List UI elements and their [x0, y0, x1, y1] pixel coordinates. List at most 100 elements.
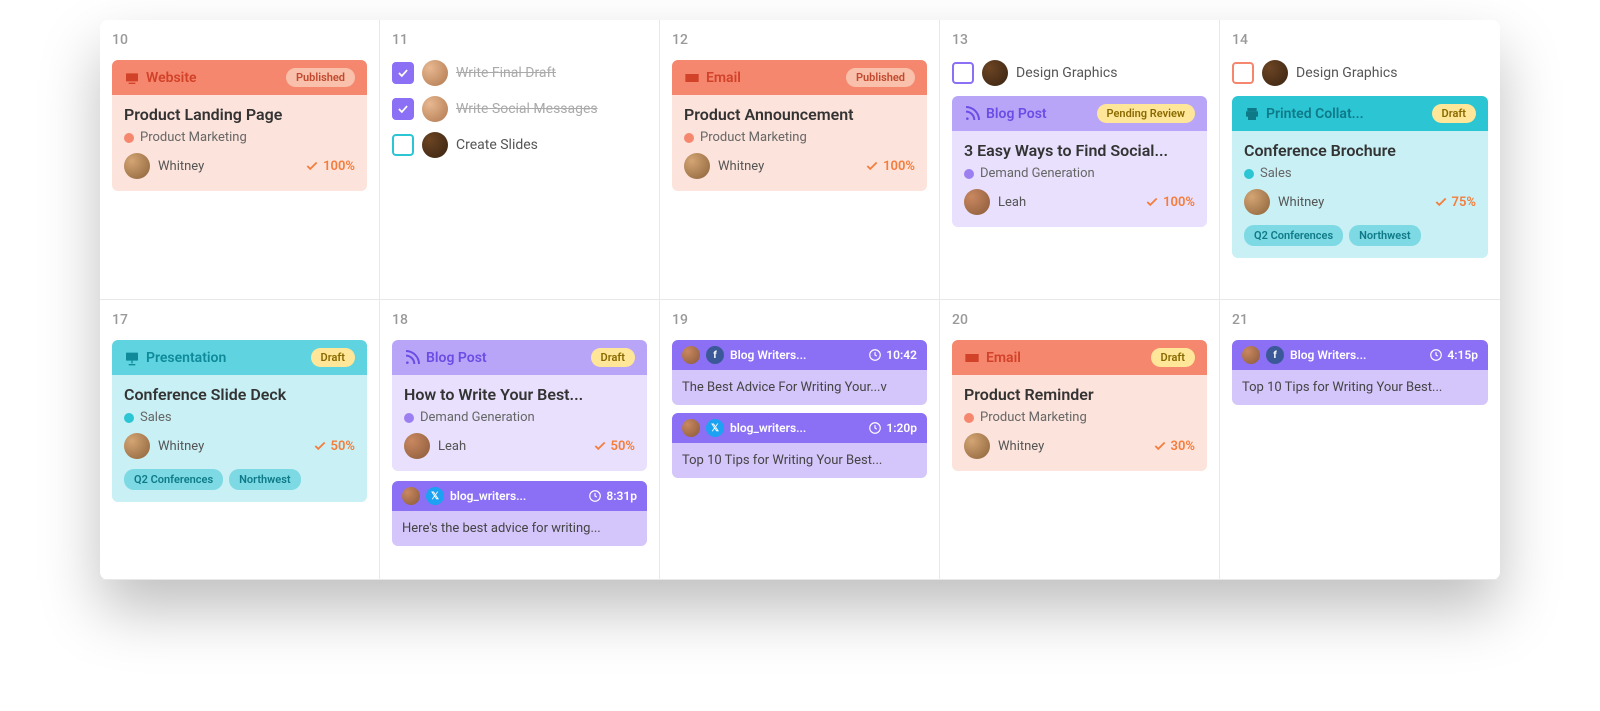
rss-icon — [404, 350, 420, 366]
card-type-label: Email — [684, 70, 741, 86]
twitter-icon: 𝕏 — [426, 487, 444, 505]
card-blog-post[interactable]: Blog Post Pending Review 3 Easy Ways to … — [952, 96, 1207, 227]
progress: 50% — [593, 439, 635, 454]
tag[interactable]: Q2 Conferences — [1244, 225, 1343, 246]
avatar — [404, 433, 430, 459]
card-header: Printed Collat... Draft — [1232, 96, 1488, 131]
task-label: Design Graphics — [1016, 65, 1117, 81]
day-cell-20: 20 Email Draft Product Reminder Product … — [940, 300, 1220, 580]
twitter-icon: 𝕏 — [706, 419, 724, 437]
card-header: Blog Post Pending Review — [952, 96, 1207, 131]
social-body: Here's the best advice for writing... — [392, 511, 647, 546]
card-footer: Whitney 100% — [124, 153, 355, 179]
assignee: Whitney — [1244, 189, 1324, 215]
task-row[interactable]: Design Graphics — [952, 60, 1207, 86]
avatar — [1262, 60, 1288, 86]
avatar — [964, 189, 990, 215]
card-email[interactable]: Email Published Product Announcement Pro… — [672, 60, 927, 191]
day-cell-13: 13 Design Graphics Blog Post Pending Rev… — [940, 20, 1220, 300]
tag[interactable]: Northwest — [1349, 225, 1420, 246]
card-header: Presentation Draft — [112, 340, 367, 375]
tag[interactable]: Q2 Conferences — [124, 469, 223, 490]
card-presentation[interactable]: Presentation Draft Conference Slide Deck… — [112, 340, 367, 502]
day-number: 21 — [1232, 312, 1488, 328]
facebook-icon: f — [706, 346, 724, 364]
checkbox-empty[interactable] — [1232, 62, 1254, 84]
assignee: Leah — [964, 189, 1026, 215]
card-body: Product Announcement Product Marketing W… — [672, 95, 927, 191]
day-number: 13 — [952, 32, 1207, 48]
card-category: Demand Generation — [964, 166, 1195, 181]
card-header: Email Published — [672, 60, 927, 95]
social-card-facebook[interactable]: f Blog Writers... 10:42 The Best Advice … — [672, 340, 927, 405]
card-body: 3 Easy Ways to Find Social... Demand Gen… — [952, 131, 1207, 227]
status-badge: Pending Review — [1097, 104, 1195, 123]
card-body: How to Write Your Best... Demand Generat… — [392, 375, 647, 471]
card-title: 3 Easy Ways to Find Social... — [964, 141, 1195, 160]
progress: 30% — [1153, 439, 1195, 454]
card-title: How to Write Your Best... — [404, 385, 635, 404]
social-handle: Blog Writers... — [730, 348, 806, 362]
card-header: Website Published — [112, 60, 367, 95]
social-handle: blog_writers... — [730, 421, 806, 435]
category-dot — [404, 413, 414, 423]
category-dot — [124, 133, 134, 143]
progress: 100% — [865, 159, 915, 174]
day-number: 18 — [392, 312, 647, 328]
task-row[interactable]: Write Final Draft — [392, 60, 647, 86]
card-website[interactable]: Website Published Product Landing Page P… — [112, 60, 367, 191]
social-card-facebook[interactable]: f Blog Writers... 4:15p Top 10 Tips for … — [1232, 340, 1488, 405]
social-time: 8:31p — [588, 489, 637, 503]
category-dot — [964, 413, 974, 423]
card-footer: Whitney 75% — [1244, 189, 1476, 215]
checkbox-empty[interactable] — [952, 62, 974, 84]
social-handle: blog_writers... — [450, 489, 526, 503]
task-row[interactable]: Write Social Messages — [392, 96, 647, 122]
card-email[interactable]: Email Draft Product Reminder Product Mar… — [952, 340, 1207, 471]
card-printed-collateral[interactable]: Printed Collat... Draft Conference Broch… — [1232, 96, 1488, 258]
progress: 100% — [1145, 195, 1195, 210]
checkbox-checked[interactable] — [392, 62, 414, 84]
status-badge: Draft — [311, 348, 355, 367]
checkbox-checked[interactable] — [392, 98, 414, 120]
card-footer: Whitney 30% — [964, 433, 1195, 459]
avatar — [124, 433, 150, 459]
progress: 50% — [313, 439, 355, 454]
task-row[interactable]: Design Graphics — [1232, 60, 1488, 86]
avatar — [422, 60, 448, 86]
tag[interactable]: Northwest — [229, 469, 300, 490]
checkbox-empty[interactable] — [392, 134, 414, 156]
day-number: 12 — [672, 32, 927, 48]
website-icon — [124, 70, 140, 86]
social-card-twitter[interactable]: 𝕏 blog_writers... 8:31p Here's the best … — [392, 481, 647, 546]
progress: 75% — [1434, 195, 1476, 210]
task-label: Create Slides — [456, 137, 538, 153]
day-number: 10 — [112, 32, 367, 48]
card-title: Product Announcement — [684, 105, 915, 124]
card-body: Conference Brochure Sales Whitney 75% Q2… — [1232, 131, 1488, 258]
card-body: Conference Slide Deck Sales Whitney 50% … — [112, 375, 367, 502]
task-label: Write Social Messages — [456, 101, 598, 117]
card-title: Product Landing Page — [124, 105, 355, 124]
social-header: 𝕏 blog_writers... 1:20p — [672, 413, 927, 443]
social-time: 1:20p — [868, 421, 917, 435]
calendar-grid: 10 Website Published Product Landing Pag… — [100, 20, 1500, 580]
category-dot — [1244, 169, 1254, 179]
card-title: Conference Brochure — [1244, 141, 1476, 160]
card-header: Blog Post Draft — [392, 340, 647, 375]
email-icon — [964, 350, 980, 366]
card-title: Product Reminder — [964, 385, 1195, 404]
social-header: 𝕏 blog_writers... 8:31p — [392, 481, 647, 511]
card-header: Email Draft — [952, 340, 1207, 375]
status-badge: Draft — [1432, 104, 1476, 123]
facebook-icon: f — [1266, 346, 1284, 364]
day-cell-19: 19 f Blog Writers... 10:42 The Best Advi… — [660, 300, 940, 580]
social-card-twitter[interactable]: 𝕏 blog_writers... 1:20p Top 10 Tips for … — [672, 413, 927, 478]
card-footer: Whitney 100% — [684, 153, 915, 179]
card-category: Sales — [124, 410, 355, 425]
card-blog-post[interactable]: Blog Post Draft How to Write Your Best..… — [392, 340, 647, 471]
email-icon — [684, 70, 700, 86]
calendar-board: 10 Website Published Product Landing Pag… — [100, 20, 1500, 580]
task-row[interactable]: Create Slides — [392, 132, 647, 158]
card-category: Product Marketing — [684, 130, 915, 145]
